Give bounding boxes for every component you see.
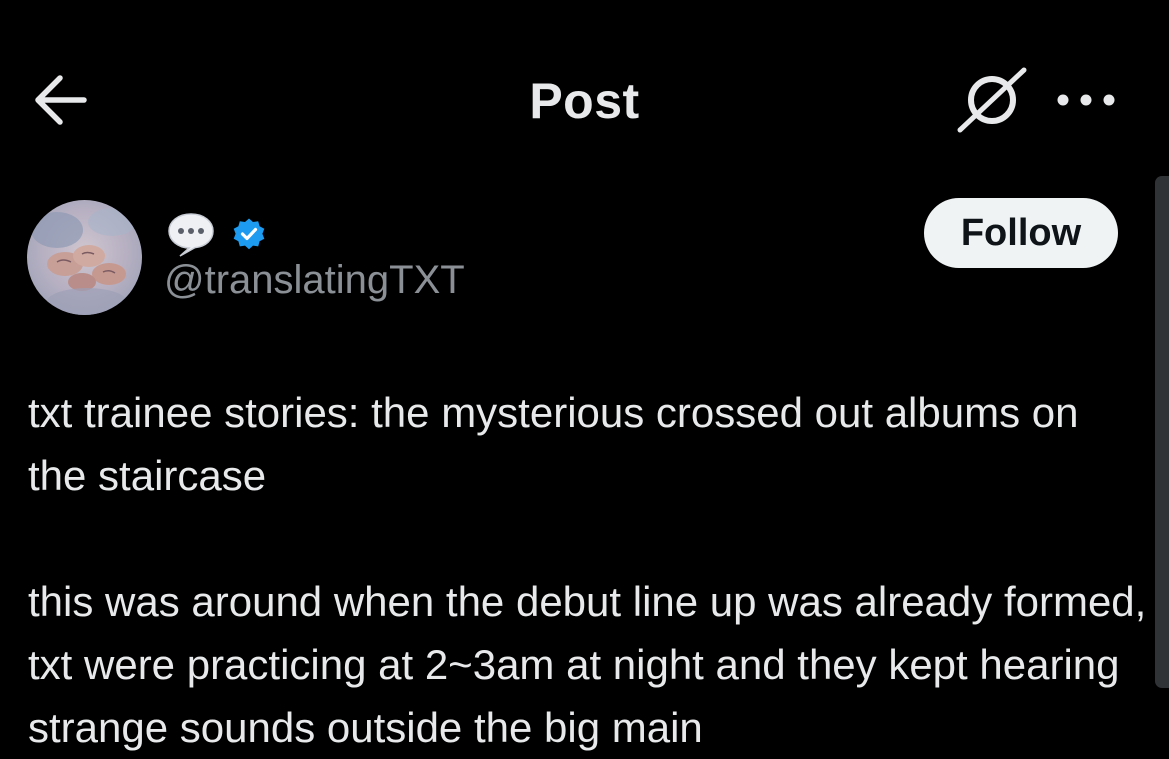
speech-bubble-emoji-icon [168,213,214,257]
verified-badge-icon [233,218,265,250]
post-body: txt trainee stories: the mysterious cros… [28,381,1148,759]
more-options-button[interactable] [1052,84,1122,116]
scrollbar[interactable] [1155,176,1169,688]
author-handle[interactable]: @translatingTXT [164,258,465,303]
avatar[interactable] [27,200,142,315]
post-paragraph: txt trainee stories: the mysterious cros… [28,389,1079,499]
author-name-row[interactable] [166,209,266,259]
grok-slash-icon [957,67,1027,133]
follow-button[interactable]: Follow [924,198,1118,268]
top-bar: Post [0,0,1169,180]
more-horizontal-icon [1057,94,1115,106]
post-paragraph: this was around when the debut line up w… [28,578,1147,751]
grok-button[interactable] [952,66,1028,136]
